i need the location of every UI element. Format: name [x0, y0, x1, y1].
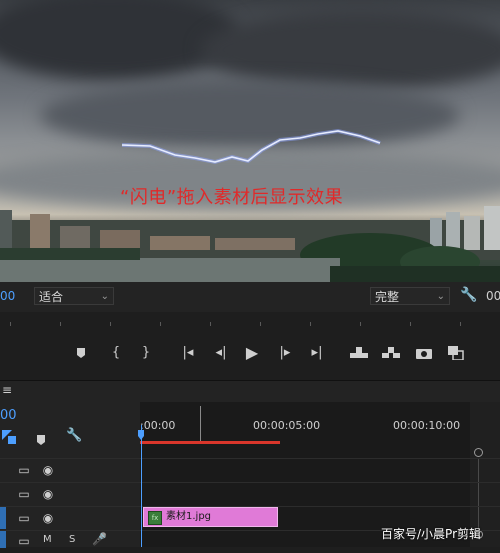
chevron-down-icon: ⌄: [100, 291, 109, 302]
ruler-label-5s: 00:00:05:00: [253, 419, 321, 432]
city-skyline: [0, 206, 500, 282]
microphone-icon[interactable]: 🎤: [92, 532, 107, 546]
ruler-tick: [360, 322, 361, 326]
add-marker-icon[interactable]: [36, 431, 46, 450]
transport-controls: { } |◂ ◂| ▶ |▸ ▸|: [0, 328, 500, 380]
wrench-icon[interactable]: 🔧: [66, 428, 82, 443]
marker-icon[interactable]: [68, 342, 94, 364]
timeline-timecode[interactable]: 00: [0, 408, 17, 423]
watermark-text: 百家号/小晨Pr剪辑: [381, 527, 482, 541]
compare-icon[interactable]: [443, 342, 469, 364]
scroll-handle-top[interactable]: [474, 448, 483, 457]
duration-timecode: 00: [486, 289, 500, 303]
work-area-bar[interactable]: [140, 441, 280, 444]
track-target-indicator[interactable]: [0, 531, 6, 548]
ruler-major-tick: [200, 406, 201, 442]
solo-toggle[interactable]: S: [69, 534, 75, 545]
clip-label: 素材1.jpg: [166, 511, 212, 522]
fit-zoom-select[interactable]: 适合 ⌄: [34, 287, 114, 305]
playback-quality-select[interactable]: 完整 ⌄: [370, 287, 450, 305]
lift-icon[interactable]: [346, 342, 372, 364]
timeline-panel-header: ≡: [0, 380, 500, 403]
effect-caption: “闪电”拖入素材后显示效果: [120, 187, 344, 208]
wrench-icon[interactable]: 🔧: [460, 287, 477, 303]
eye-icon[interactable]: ◉: [40, 486, 56, 502]
ruler-tick: [460, 322, 461, 326]
program-monitor-preview: “闪电”拖入素材后显示效果: [0, 0, 500, 282]
ruler-tick: [260, 322, 261, 326]
go-to-in-icon[interactable]: |◂: [175, 342, 201, 364]
track-row: ▭ ◉: [0, 482, 500, 505]
timeline-clip[interactable]: fx 素材1.jpg: [143, 507, 278, 527]
ruler-tick: [410, 322, 411, 326]
extract-icon[interactable]: [378, 342, 404, 364]
eye-icon[interactable]: ◉: [40, 462, 56, 478]
ruler-tick: [10, 322, 11, 326]
camera-icon[interactable]: [411, 342, 437, 364]
ruler-tick: [110, 322, 111, 326]
play-icon[interactable]: ▶: [239, 342, 265, 364]
playhead-timecode[interactable]: 00: [0, 289, 15, 303]
ruler-tick: [210, 322, 211, 326]
eye-icon[interactable]: ◉: [40, 510, 56, 526]
step-forward-icon[interactable]: |▸: [272, 342, 298, 364]
ruler-label-0: :00:00: [140, 419, 176, 432]
ruler-label-10s: 00:00:10:00: [393, 419, 461, 432]
mute-toggle[interactable]: M: [43, 534, 52, 545]
track-output-icon[interactable]: ▭: [16, 486, 32, 502]
snap-icon[interactable]: [2, 429, 16, 444]
ruler-tick: [310, 322, 311, 326]
in-point-icon[interactable]: {: [103, 342, 129, 364]
track-row: ▭ ◉: [0, 458, 500, 481]
go-to-out-icon[interactable]: ▸|: [304, 342, 330, 364]
track-target-indicator[interactable]: [0, 507, 6, 529]
fit-zoom-value: 适合: [39, 290, 64, 304]
monitor-time-ruler[interactable]: [0, 312, 500, 329]
fx-badge: fx: [148, 511, 162, 525]
track-output-icon[interactable]: ▭: [16, 462, 32, 478]
monitor-control-bar: 00 适合 ⌄ 完整 ⌄ 🔧 00: [0, 282, 500, 312]
chevron-down-icon: ⌄: [436, 291, 445, 302]
playhead-line[interactable]: [141, 425, 142, 547]
ruler-tick: [60, 322, 61, 326]
out-point-icon[interactable]: }: [133, 342, 159, 364]
playback-quality-value: 完整: [375, 290, 400, 304]
step-back-icon[interactable]: ◂|: [208, 342, 234, 364]
ruler-tick: [160, 322, 161, 326]
panel-menu-icon[interactable]: ≡: [2, 383, 12, 397]
track-output-icon[interactable]: ▭: [16, 510, 32, 526]
